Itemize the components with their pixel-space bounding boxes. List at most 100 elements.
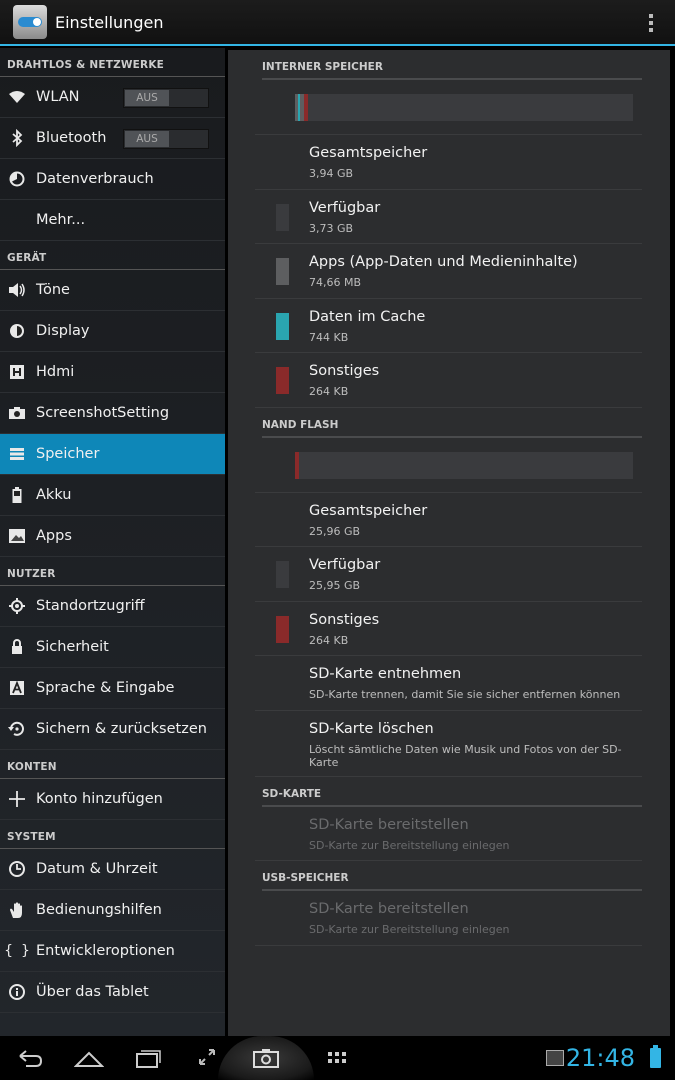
recent-apps-icon[interactable] — [135, 1046, 161, 1070]
sidebar-item-label: Sicherheit — [36, 639, 109, 655]
row-subtitle: 74,66 MB — [309, 276, 362, 289]
sidebar-item-entwickleroptionen[interactable]: { } Entwickleroptionen — [0, 931, 225, 972]
battery-icon — [0, 486, 34, 504]
sidebar-item-apps[interactable]: Apps — [0, 516, 225, 557]
sidebar-item-label: Datum & Uhrzeit — [36, 861, 158, 877]
sidebar-item-label: Mehr... — [36, 212, 86, 228]
storage-row-sd-karte-bereitstellen[interactable]: SD-Karte bereitstellen SD-Karte zur Berei… — [255, 891, 642, 946]
braces-icon: { } — [4, 943, 30, 959]
sidebar-header-drahtlos-netzwerke: DRAHTLOS & NETZWERKE — [0, 48, 225, 77]
settings-app-icon[interactable] — [13, 5, 47, 39]
info-icon — [0, 983, 34, 1001]
sidebar-item-label: Bedienungshilfen — [36, 902, 162, 918]
storage-row-sonstiges[interactable]: Sonstiges 264 KB — [255, 602, 642, 656]
sidebar-item-speicher[interactable]: Speicher — [0, 434, 225, 475]
sidebar-item-uber-das-tablet[interactable]: Über das Tablet — [0, 972, 225, 1013]
sidebar-item-sichern-zurucksetzen[interactable]: Sichern & zurücksetzen — [0, 709, 225, 750]
app-title: Einstellungen — [55, 12, 164, 32]
row-subtitle: 744 KB — [309, 330, 349, 344]
color-swatch — [276, 561, 289, 588]
sidebar-item-datenverbrauch[interactable]: Datenverbrauch — [0, 159, 225, 200]
sidebar-header-system: SYSTEM — [0, 820, 225, 849]
storage-row-gesamtspeicher[interactable]: Gesamtspeicher 25,96 GB — [255, 493, 642, 547]
sidebar-item-label: Sprache & Eingabe — [36, 680, 175, 696]
expand-icon[interactable] — [198, 1048, 216, 1066]
color-swatch — [276, 615, 289, 643]
data-usage-icon — [0, 171, 34, 187]
wifi-icon — [0, 90, 34, 104]
color-swatch — [276, 367, 289, 394]
sidebar-item-bluetooth[interactable]: Bluetooth AUS — [0, 118, 225, 159]
row-subtitle: SD-Karte zur Bereitstellung einlegen — [309, 923, 510, 936]
sidebar-item-bedienungshilfen[interactable]: Bedienungshilfen — [0, 890, 225, 931]
storage-row-gesamtspeicher[interactable]: Gesamtspeicher 3,94 GB — [255, 135, 642, 190]
sidebar-item-sprache-eingabe[interactable]: Sprache & Eingabe — [0, 668, 225, 709]
section-header-sd-karte: SD-KARTE — [262, 777, 642, 807]
overflow-menu-icon[interactable] — [649, 14, 653, 32]
storage-usage-bar — [295, 451, 633, 479]
sidebar-item-standortzugriff[interactable]: Standortzugriff — [0, 586, 225, 627]
gallery-notification-icon[interactable] — [546, 1050, 564, 1066]
sidebar-item-wlan[interactable]: WLAN AUS — [0, 77, 225, 118]
storage-row-apps-app-daten-und-medieninhalte[interactable]: Apps (App-Daten und Medieninhalte) 74,66 … — [255, 244, 642, 299]
sidebar-item-label: Standortzugriff — [36, 598, 145, 614]
sidebar-item-konto-hinzufugen[interactable]: Konto hinzufügen — [0, 779, 225, 820]
sidebar-header-gerat: GERÄT — [0, 241, 225, 270]
storage-row-sd-karte-entnehmen[interactable]: SD-Karte entnehmen SD-Karte trennen, dami… — [255, 656, 642, 711]
row-title: Verfügbar — [309, 199, 381, 216]
row-title: SD-Karte bereitstellen — [309, 901, 469, 917]
sidebar-item-label: Konto hinzufügen — [36, 791, 163, 807]
sidebar-item-mehr[interactable]: Mehr... — [0, 200, 225, 241]
row-subtitle: 264 KB — [309, 633, 349, 647]
usage-segment — [295, 451, 300, 479]
storage-row-sd-karte-loschen[interactable]: SD-Karte löschen Löscht sämtliche Daten w… — [255, 711, 642, 777]
plus-icon — [0, 790, 34, 808]
section-header-nand-flash: NAND FLASH — [262, 408, 642, 438]
hand-icon — [0, 901, 34, 919]
sidebar-item-sicherheit[interactable]: Sicherheit — [0, 627, 225, 668]
row-title: Gesamtspeicher — [309, 502, 428, 519]
storage-row-sonstiges[interactable]: Sonstiges 264 KB — [255, 353, 642, 408]
sidebar-item-akku[interactable]: Akku — [0, 475, 225, 516]
system-nav-bar: 21:48 — [0, 1036, 675, 1080]
sidebar-item-display[interactable]: Display — [0, 311, 225, 352]
sidebar-item-hdmi[interactable]: Hdmi — [0, 352, 225, 393]
app-drawer-icon[interactable] — [327, 1051, 347, 1065]
bluetooth-icon — [0, 129, 34, 147]
screenshot-camera-icon[interactable] — [253, 1048, 279, 1068]
storage-row-verfugbar[interactable]: Verfügbar 25,95 GB — [255, 547, 642, 602]
row-title: Sonstiges — [309, 363, 380, 379]
row-subtitle: Löscht sämtliche Daten wie Musik und Fot… — [309, 742, 622, 770]
row-subtitle: 25,96 GB — [309, 524, 361, 538]
sidebar-item-label: Sichern & zurücksetzen — [36, 721, 207, 737]
row-subtitle: SD-Karte zur Bereitstellung einlegen — [309, 838, 510, 852]
sidebar-header-nutzer: NUTZER — [0, 557, 225, 586]
row-title: Sonstiges — [309, 611, 380, 628]
sidebar-item-label: Entwickleroptionen — [36, 943, 175, 959]
sidebar-item-tone[interactable]: Töne — [0, 270, 225, 311]
row-subtitle: SD-Karte trennen, damit Sie sie sicher e… — [309, 688, 621, 701]
sidebar-item-label: Apps — [36, 528, 72, 544]
home-icon[interactable] — [74, 1046, 104, 1070]
battery-icon — [650, 1045, 661, 1068]
row-subtitle: 3,73 GB — [309, 221, 354, 235]
wlan-toggle-switch[interactable]: AUS — [123, 88, 209, 108]
row-title: Gesamtspeicher — [309, 145, 428, 161]
back-icon[interactable] — [16, 1046, 44, 1070]
color-swatch — [276, 258, 289, 285]
storage-row-daten-im-cache[interactable]: Daten im Cache 744 KB — [255, 299, 642, 353]
sidebar-item-datum-uhrzeit[interactable]: Datum & Uhrzeit — [0, 849, 225, 890]
clock-icon — [0, 860, 34, 878]
brightness-icon — [0, 322, 34, 340]
row-subtitle: 264 KB — [309, 385, 349, 398]
sidebar-item-screenshotsetting[interactable]: ScreenshotSetting — [0, 393, 225, 434]
bluetooth-toggle-switch[interactable]: AUS — [123, 129, 209, 149]
storage-icon — [0, 447, 34, 461]
color-swatch — [276, 203, 289, 231]
row-subtitle: 3,94 GB — [309, 167, 354, 180]
storage-row-verfugbar[interactable]: Verfügbar 3,73 GB — [255, 190, 642, 244]
storage-row-sd-karte-bereitstellen[interactable]: SD-Karte bereitstellen SD-Karte zur Berei… — [255, 807, 642, 861]
storage-usage-bar-row — [255, 80, 642, 135]
sidebar-item-label: WLAN — [36, 89, 80, 105]
row-title: Verfügbar — [309, 557, 381, 573]
